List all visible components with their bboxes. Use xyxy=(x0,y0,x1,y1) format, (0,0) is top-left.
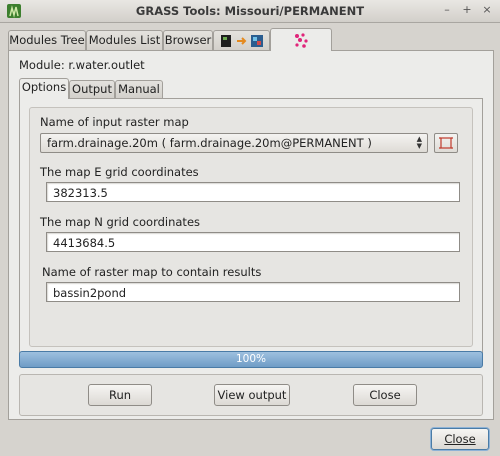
tab-modules-tree[interactable]: Modules Tree xyxy=(8,30,86,50)
module-panel: Module: r.water.outlet Options Output Ma… xyxy=(8,50,494,420)
input-raster-value: farm.drainage.20m ( farm.drainage.20m@PE… xyxy=(47,136,372,150)
close-window-button[interactable]: × xyxy=(480,3,494,17)
progress-bar: 100% xyxy=(19,351,483,368)
input-raster-select[interactable]: farm.drainage.20m ( farm.drainage.20m@PE… xyxy=(40,133,428,153)
title-bar: GRASS Tools: Missouri/PERMANENT – + × xyxy=(0,0,500,23)
module-name-label: Module: r.water.outlet xyxy=(19,58,145,72)
close-module-button[interactable]: Close xyxy=(353,384,417,406)
output-raster-label: Name of raster map to contain results xyxy=(42,265,262,279)
run-module-icon xyxy=(220,35,263,47)
tab-options[interactable]: Options xyxy=(19,78,69,99)
tab-browser[interactable]: Browser xyxy=(163,30,213,50)
tab-modules-list[interactable]: Modules List xyxy=(86,30,163,50)
easting-input[interactable]: 382313.5 xyxy=(46,182,460,202)
northing-label: The map N grid coordinates xyxy=(40,215,201,229)
tab-run-module[interactable] xyxy=(213,30,270,50)
run-button[interactable]: Run xyxy=(88,384,152,406)
combo-arrows-icon: ▲ ▼ xyxy=(416,135,422,150)
tab-output[interactable]: Output xyxy=(69,80,115,98)
minimize-button[interactable]: – xyxy=(440,3,454,17)
tab-r-water-outlet[interactable] xyxy=(270,28,332,51)
output-raster-input[interactable]: bassin2pond xyxy=(46,282,460,302)
select-area-icon xyxy=(439,137,453,149)
options-panel: Name of input raster map farm.drainage.2… xyxy=(19,98,483,355)
module-icon xyxy=(295,33,308,48)
window-title: GRASS Tools: Missouri/PERMANENT xyxy=(135,4,365,18)
tab-manual[interactable]: Manual xyxy=(115,80,163,98)
action-buttons-frame: Run View output Close xyxy=(19,374,483,416)
close-dialog-button[interactable]: Close xyxy=(431,428,489,450)
parameters-group: Name of input raster map farm.drainage.2… xyxy=(29,107,473,347)
view-output-button[interactable]: View output xyxy=(214,384,290,406)
easting-label: The map E grid coordinates xyxy=(40,165,199,179)
close-dialog-label: Close xyxy=(444,432,476,446)
input-raster-label: Name of input raster map xyxy=(40,115,189,129)
select-from-canvas-button[interactable] xyxy=(434,133,458,153)
maximize-button[interactable]: + xyxy=(460,3,474,17)
northing-input[interactable]: 4413684.5 xyxy=(46,232,460,252)
